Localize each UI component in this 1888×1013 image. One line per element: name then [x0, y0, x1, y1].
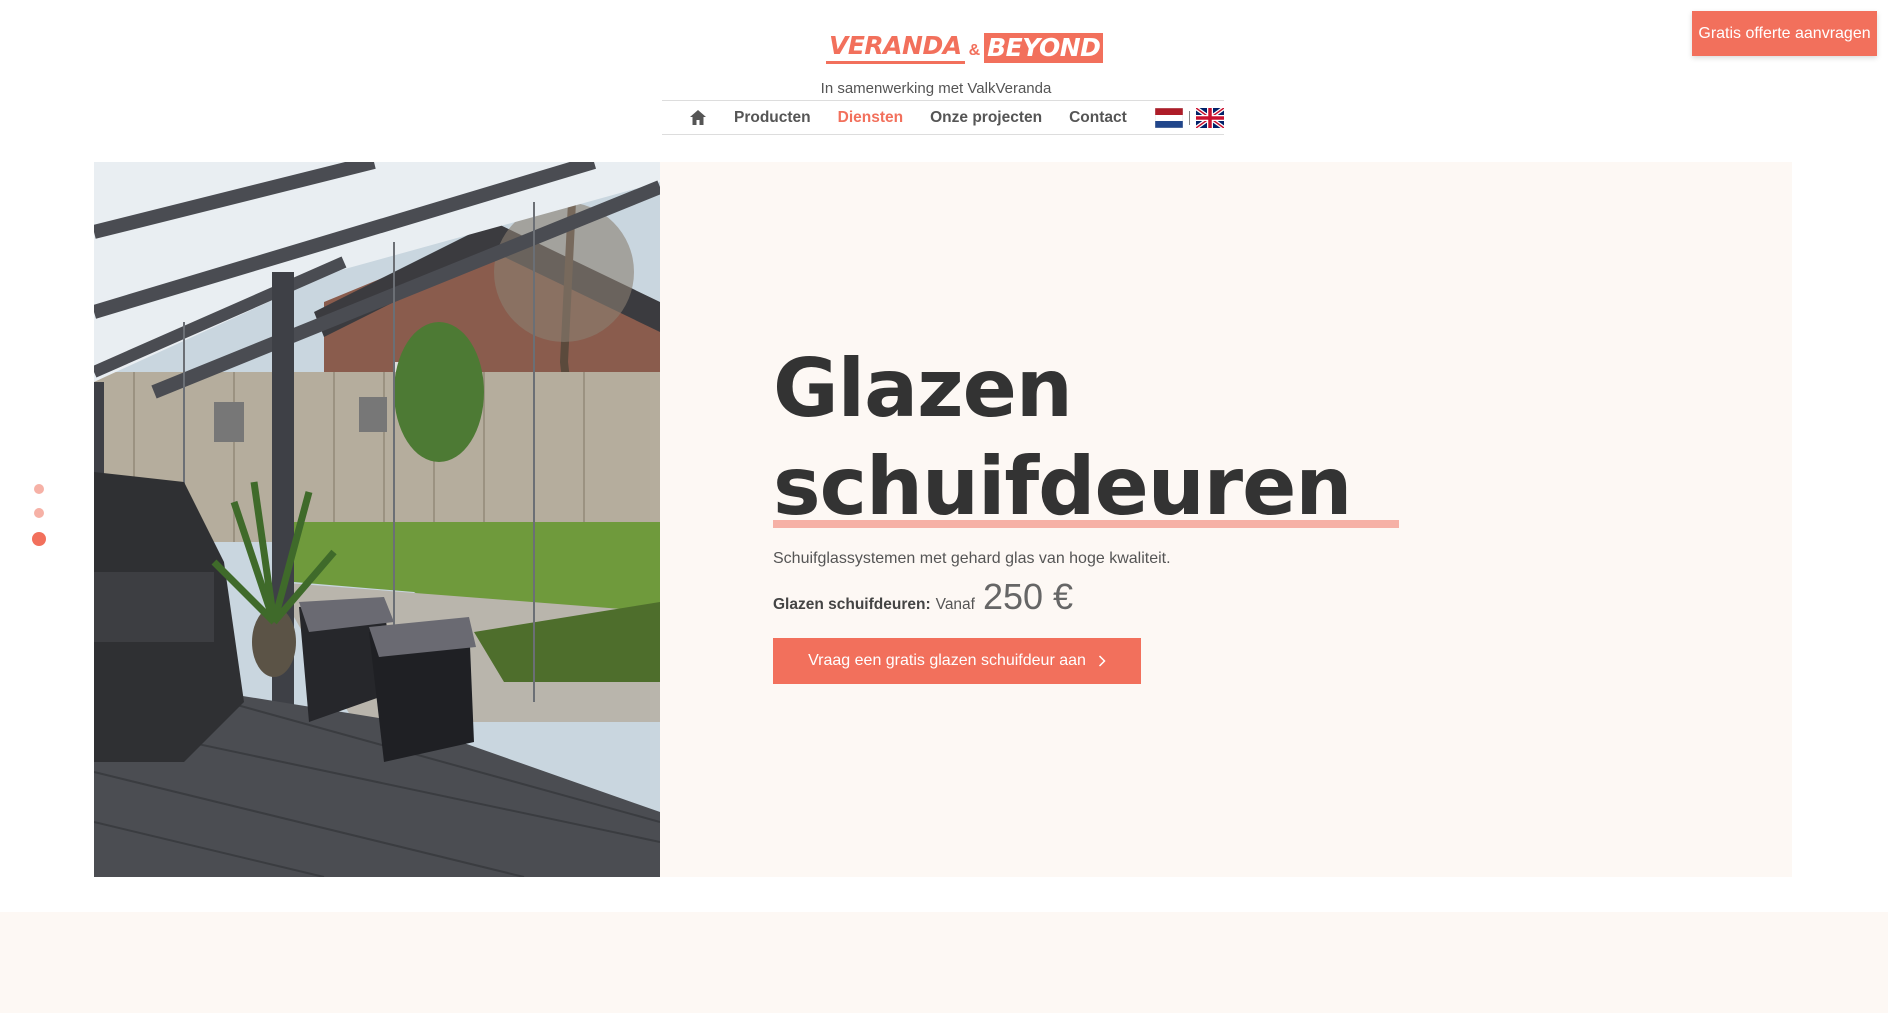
price-line: Glazen schuifdeuren: Vanaf 250 € [773, 576, 1423, 618]
slider-dots [32, 484, 46, 546]
uk-flag-icon[interactable] [1195, 107, 1224, 128]
nav-item-contact[interactable]: Contact [1069, 109, 1127, 127]
flag-divider [1188, 110, 1190, 125]
logo-beyond: BEYOND [984, 32, 1104, 63]
hero-content: Glazen schuifdeuren Schuifglassystemen m… [773, 340, 1423, 684]
language-switcher [1154, 107, 1224, 128]
slider-dot-2[interactable] [34, 508, 44, 518]
logo-ampersand: & [968, 41, 981, 59]
main-nav: Producten Diensten Onze projecten Contac… [662, 100, 1224, 135]
page: VERANDA & BEYOND In samenwerking met Val… [0, 0, 1888, 1013]
hero-title-line1: Glazen [773, 342, 1073, 435]
hero-subtitle: Schuifglassystemen met gehard glas van h… [773, 550, 1171, 567]
request-quote-button[interactable]: Gratis offerte aanvragen [1692, 11, 1877, 56]
nav-item-diensten[interactable]: Diensten [838, 109, 903, 127]
site-logo[interactable]: VERANDA & BEYOND [826, 31, 1104, 64]
logo-veranda: VERANDA [826, 31, 965, 64]
price-prefix: Vanaf [935, 596, 975, 613]
hero-button-label: Vraag een gratis glazen schuifdeur aan [808, 652, 1086, 669]
nav-item-onze-projecten[interactable]: Onze projecten [930, 109, 1042, 127]
home-icon[interactable] [689, 109, 707, 126]
hero-title: Glazen schuifdeuren [773, 340, 1423, 536]
nav-item-producten[interactable]: Producten [734, 109, 811, 127]
request-sliding-door-button[interactable]: Vraag een gratis glazen schuifdeur aan [773, 638, 1141, 684]
slider-dot-1[interactable] [34, 484, 44, 494]
hero-title-line2: schuifdeuren [773, 438, 1400, 536]
price-value: 250 € [982, 576, 1074, 617]
nl-flag-icon[interactable] [1154, 107, 1183, 128]
slider-dot-3[interactable] [32, 532, 46, 546]
tagline: In samenwerking met ValkVeranda [820, 80, 1052, 97]
next-section [0, 912, 1888, 1013]
price-label: Glazen schuifdeuren: [773, 596, 931, 613]
chevron-right-icon [1098, 655, 1106, 667]
title-underline [773, 520, 1400, 528]
veranda-photo [94, 162, 660, 877]
